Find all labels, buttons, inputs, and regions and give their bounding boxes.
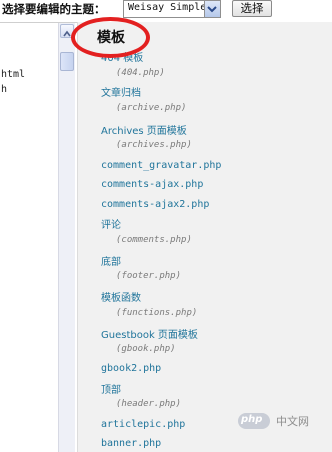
file-name-comments: (comments.php)	[116, 235, 192, 245]
theme-select[interactable]: Weisay Simple	[123, 0, 221, 18]
file-link-archives[interactable]: Archives 页面模板	[101, 122, 187, 137]
file-name-archives: (archives.php)	[116, 140, 192, 150]
file-name-footer: (footer.php)	[116, 271, 182, 281]
file-name-guestbook: (gbook.php)	[116, 344, 176, 354]
editor-line: h	[1, 84, 8, 95]
file-link-comments-ajax[interactable]: comments-ajax.php	[101, 179, 203, 190]
editor-scrollbar[interactable]	[58, 23, 75, 452]
chevron-down-icon	[207, 6, 217, 13]
file-name-functions: (functions.php)	[116, 308, 198, 318]
highlight-circle	[71, 17, 150, 58]
select-theme-button[interactable]: 选择	[232, 0, 272, 17]
file-link-banner[interactable]: banner.php	[101, 438, 161, 449]
file-link-comment-gravatar[interactable]: comment_gravatar.php	[101, 160, 221, 171]
file-link-header[interactable]: 顶部	[101, 381, 121, 396]
scroll-thumb[interactable]	[60, 52, 74, 71]
watermark-text: 中文网	[276, 415, 309, 428]
php-logo-text: php	[241, 414, 263, 425]
template-file-list: 模板 404 模板 (404.php) 文章归档 (archive.php) A…	[77, 22, 332, 452]
file-link-comments-ajax2[interactable]: comments-ajax2.php	[101, 199, 209, 210]
code-editor[interactable]: html h	[0, 22, 77, 452]
file-link-functions[interactable]: 模板函数	[101, 289, 141, 304]
file-link-footer[interactable]: 底部	[101, 253, 121, 268]
file-name-archive: (archive.php)	[116, 103, 187, 113]
editor-line: html	[1, 69, 26, 80]
file-link-guestbook[interactable]: Guestbook 页面模板	[101, 326, 198, 341]
site-watermark: php 中文网	[238, 411, 329, 431]
theme-select-label: 选择要编辑的主题：	[2, 2, 106, 16]
php-logo-icon: php	[238, 413, 270, 429]
file-link-archive[interactable]: 文章归档	[101, 84, 141, 99]
file-name-header: (header.php)	[116, 399, 182, 409]
dropdown-arrow-button[interactable]	[204, 1, 220, 17]
file-name-404: (404.php)	[116, 68, 165, 78]
file-link-comments[interactable]: 评论	[101, 216, 121, 231]
theme-select-value: Weisay Simple	[128, 2, 207, 13]
file-link-articlepic[interactable]: articlepic.php	[101, 419, 185, 430]
file-link-gbook2[interactable]: gbook2.php	[101, 363, 161, 374]
theme-toolbar: 选择要编辑的主题： Weisay Simple 选择	[0, 0, 332, 22]
